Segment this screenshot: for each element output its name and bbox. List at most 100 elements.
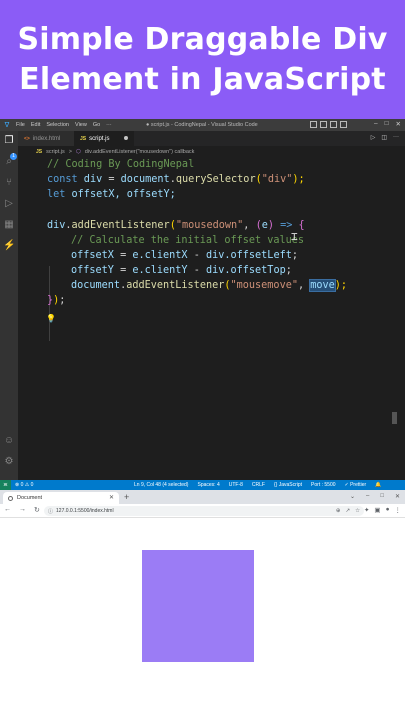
title-banner: Simple Draggable Div Element in JavaScri…: [0, 0, 405, 119]
remote-explorer-icon[interactable]: ⚡: [3, 240, 15, 252]
menu-edit[interactable]: Edit: [31, 122, 40, 128]
accounts-icon[interactable]: ☺: [3, 435, 15, 447]
encoding-status[interactable]: UTF-8: [229, 482, 243, 488]
unsaved-dot-icon[interactable]: [124, 136, 128, 140]
zoom-icon[interactable]: ⊕: [336, 508, 341, 514]
menu-bar: File Edit Selection View Go ···: [16, 122, 112, 128]
code-operator: =: [113, 265, 133, 276]
menu-file[interactable]: File: [16, 122, 25, 128]
js-file-icon: JS: [80, 135, 87, 142]
language-mode[interactable]: {} JavaScript: [274, 482, 302, 488]
notifications-bell-icon[interactable]: 🔔: [375, 482, 381, 488]
extensions-puzzle-icon[interactable]: ✦: [364, 506, 369, 514]
run-debug-icon[interactable]: ▷: [3, 198, 15, 210]
site-info-icon[interactable]: ⓘ: [48, 508, 53, 515]
browser-tab-document[interactable]: Document ✕: [3, 492, 119, 504]
draggable-div[interactable]: [142, 550, 254, 662]
code-punct: ;: [291, 250, 298, 261]
bookmark-star-icon[interactable]: ☆: [355, 508, 360, 514]
url-text[interactable]: 127.0.0.1:5500/index.html: [56, 508, 114, 514]
source-control-icon[interactable]: ⑂: [3, 177, 15, 189]
code-line-7: offsetX = e.clientX - div.offsetLeft;: [71, 248, 298, 263]
indentation-status[interactable]: Spaces: 4: [197, 482, 219, 488]
code-line-2: const div = document.querySelector("div"…: [47, 172, 305, 187]
more-actions-icon[interactable]: ···: [393, 134, 399, 141]
side-panel-icon[interactable]: ▣: [374, 506, 380, 514]
back-arrow-icon[interactable]: ←: [4, 506, 11, 514]
toggle-sidebar-icon[interactable]: [310, 121, 317, 128]
menu-more[interactable]: ···: [106, 122, 112, 128]
code-object: document: [71, 280, 121, 291]
code-property: .offsetLeft: [224, 250, 292, 261]
menu-go[interactable]: Go: [93, 122, 100, 128]
profile-icon[interactable]: ●: [386, 506, 390, 514]
code-line-3: let offsetX, offsetY;: [47, 187, 176, 202]
toggle-panel-icon[interactable]: [320, 121, 327, 128]
remote-indicator-icon[interactable]: ⪤: [0, 480, 11, 490]
menu-selection[interactable]: Selection: [46, 122, 69, 128]
js-file-icon: JS: [36, 148, 43, 155]
editor-scrollbar[interactable]: [391, 157, 398, 480]
address-bar[interactable]: ⓘ 127.0.0.1:5500/index.html ⊕ ↗ ☆: [44, 506, 364, 516]
code-editor[interactable]: // Coding By CodingNepal const div = doc…: [18, 157, 398, 480]
code-variable: div: [77, 174, 103, 185]
close-icon[interactable]: ✕: [396, 120, 401, 128]
maximize-icon[interactable]: □: [385, 120, 389, 128]
code-bracket: {: [298, 220, 305, 231]
toggle-secondary-sidebar-icon[interactable]: [330, 121, 337, 128]
lightbulb-icon[interactable]: 💡: [46, 314, 56, 323]
explorer-icon[interactable]: ❐: [3, 135, 15, 147]
split-editor-icon[interactable]: ◫: [381, 134, 387, 141]
code-variable: offsetY: [71, 265, 114, 276]
breadcrumb-symbol[interactable]: div.addEventListener("mousedown") callba…: [85, 149, 195, 155]
code-property: .clientX: [138, 250, 188, 261]
close-tab-icon[interactable]: ✕: [109, 494, 114, 501]
code-comment: // Calculate the initial offset values: [71, 235, 305, 246]
banner-title-line-2: Element in JavaScript: [19, 61, 386, 97]
browser-nav: ← → ↻: [4, 506, 40, 514]
problems-status[interactable]: ⊗ 0 ⚠ 0: [15, 482, 33, 488]
code-property: .offsetTop: [224, 265, 286, 276]
breadcrumb-file[interactable]: script.js: [46, 149, 65, 155]
code-keyword: let: [47, 189, 66, 200]
mouse-ibeam-cursor-icon: ⌶: [291, 230, 298, 243]
cursor-position[interactable]: Ln 9, Col 48 (4 selected): [134, 482, 188, 488]
editor-tabs: <> index.html JS script.js ▷ ◫ ···: [18, 131, 405, 146]
prettier-status[interactable]: ✓ Prettier: [345, 482, 367, 488]
menu-view[interactable]: View: [75, 122, 87, 128]
tab-label: script.js: [89, 135, 110, 142]
code-function: addEventListener: [71, 220, 170, 231]
reload-icon[interactable]: ↻: [34, 506, 40, 514]
minimize-icon[interactable]: –: [366, 493, 369, 500]
code-keyword: const: [47, 174, 78, 185]
customize-layout-icon[interactable]: [340, 121, 347, 128]
tab-script-js[interactable]: JS script.js: [74, 131, 134, 146]
breadcrumb: JS script.js > ⬡ div.addEventListener("m…: [18, 146, 405, 157]
code-string: "mousemove": [230, 280, 298, 291]
window-title: ● script.js - CodingNepal - Visual Studi…: [146, 122, 258, 128]
browser-menu-icon[interactable]: ⋮: [395, 506, 402, 514]
chevron-down-icon[interactable]: ⌄: [350, 493, 355, 500]
code-bracket: );: [292, 174, 305, 185]
forward-arrow-icon[interactable]: →: [19, 506, 26, 514]
scrollbar-thumb[interactable]: [392, 412, 397, 424]
run-icon[interactable]: ▷: [371, 134, 376, 141]
eol-status[interactable]: CRLF: [252, 482, 265, 488]
browser-window: Document ✕ + ⌄ – □ ✕ ← → ↻ ⓘ 127.0.0.1:5…: [0, 490, 405, 720]
close-icon[interactable]: ✕: [395, 493, 400, 500]
settings-gear-icon[interactable]: ⚙: [3, 456, 15, 468]
tab-index-html[interactable]: <> index.html: [18, 131, 74, 146]
code-punct: ;: [59, 295, 66, 306]
minimize-icon[interactable]: –: [374, 120, 378, 128]
search-icon[interactable]: ⌕: [3, 156, 15, 168]
layout-controls: [310, 121, 347, 128]
live-server-port[interactable]: Port : 5500: [311, 482, 335, 488]
code-operator: -: [187, 265, 206, 276]
code-function: addEventListener: [126, 280, 225, 291]
code-line-6: // Calculate the initial offset values: [71, 233, 304, 248]
code-operator: =: [102, 174, 121, 185]
new-tab-button[interactable]: +: [124, 492, 129, 502]
extensions-icon[interactable]: ▦: [3, 219, 15, 231]
maximize-icon[interactable]: □: [380, 493, 384, 500]
share-icon[interactable]: ↗: [345, 508, 350, 514]
